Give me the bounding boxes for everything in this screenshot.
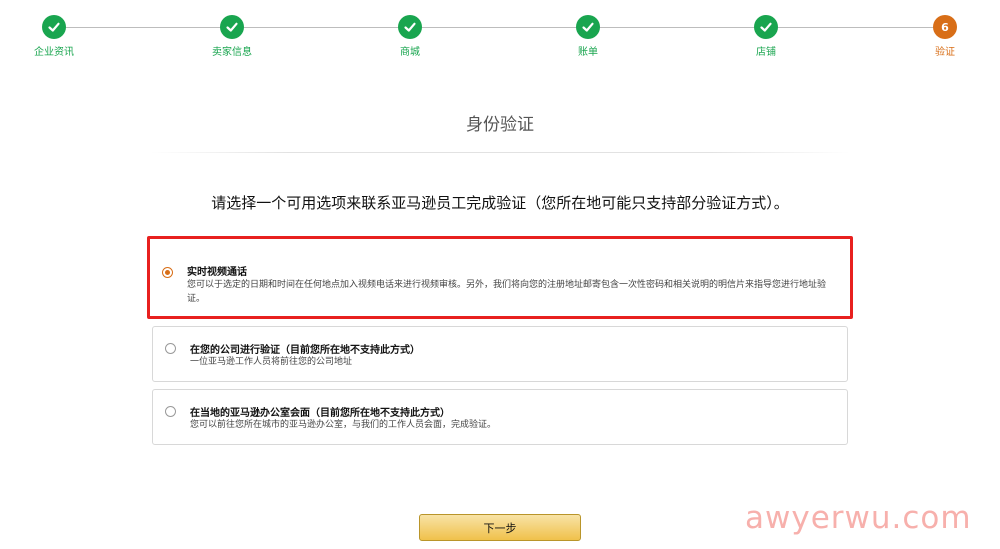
step-complete-indicator: [398, 15, 422, 39]
title-divider: [150, 152, 850, 153]
step-billing: 账单: [548, 15, 628, 58]
option-office-meeting[interactable]: 在当地的亚马逊办公室会面（目前您所在地不支持此方式） 您可以前往您所在城市的亚马…: [152, 389, 848, 445]
step-complete-indicator: [754, 15, 778, 39]
next-step-button[interactable]: 下一步: [419, 514, 581, 541]
progress-stepper: 企业资讯 卖家信息 商城 账单 店铺 6 验证: [0, 0, 1000, 70]
checkmark-icon: [760, 22, 772, 32]
step-label: 验证: [935, 47, 955, 58]
step-number-badge: 6: [933, 15, 957, 39]
step-seller-info: 卖家信息: [192, 15, 272, 58]
radio-selected[interactable]: [162, 267, 173, 278]
checkmark-icon: [48, 22, 60, 32]
instruction-text: 请选择一个可用选项来联系亚马逊员工完成验证（您所在地可能只支持部分验证方式）。: [211, 194, 789, 212]
step-label: 企业资讯: [34, 47, 74, 58]
page-title: 身份验证: [466, 115, 534, 135]
step-label: 账单: [578, 47, 598, 58]
step-company-info: 企业资讯: [14, 15, 94, 58]
checkmark-icon: [226, 22, 238, 32]
step-marketplace: 商城: [370, 15, 450, 58]
step-complete-indicator: [576, 15, 600, 39]
watermark: awyerwu.com: [745, 500, 972, 536]
radio-unselected[interactable]: [165, 343, 176, 354]
step-label: 卖家信息: [212, 47, 252, 58]
step-complete-indicator: [220, 15, 244, 39]
option-description: 您可以前往您所在城市的亚马逊办公室，与我们的工作人员会面，完成验证。: [190, 420, 497, 430]
step-label: 商城: [400, 47, 420, 58]
radio-unselected[interactable]: [165, 406, 176, 417]
checkmark-icon: [404, 22, 416, 32]
step-complete-indicator: [42, 15, 66, 39]
option-description: 一位亚马逊工作人员将前往您的公司地址: [190, 357, 353, 367]
option-description: 您可以于选定的日期和时间在任何地点加入视频电话来进行视频审核。另外，我们将向您的…: [187, 280, 827, 304]
option-title: 在您的公司进行验证（目前您所在地不支持此方式）: [190, 345, 420, 356]
step-store: 店铺: [726, 15, 806, 58]
checkmark-icon: [582, 22, 594, 32]
stepper-line: [54, 27, 945, 28]
option-title: 实时视频通话: [187, 267, 247, 278]
step-label: 店铺: [756, 47, 776, 58]
option-title: 在当地的亚马逊办公室会面（目前您所在地不支持此方式）: [190, 408, 450, 419]
step-verification: 6 验证: [905, 15, 985, 58]
option-company-visit[interactable]: 在您的公司进行验证（目前您所在地不支持此方式） 一位亚马逊工作人员将前往您的公司…: [152, 326, 848, 382]
option-video-call[interactable]: 实时视频通话 您可以于选定的日期和时间在任何地点加入视频电话来进行视频审核。另外…: [147, 236, 853, 319]
